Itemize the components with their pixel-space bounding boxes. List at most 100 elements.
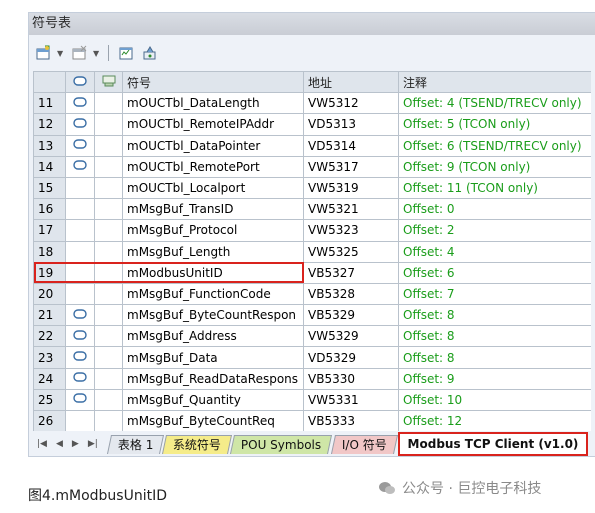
symbol-cell[interactable]: mMsgBuf_Quantity — [122, 388, 304, 412]
comment-cell[interactable]: Offset: 2 — [398, 219, 591, 242]
symbol-cell[interactable]: mMsgBuf_Protocol — [122, 219, 304, 242]
symbol-cell[interactable]: mMsgBuf_FunctionCode — [122, 282, 304, 306]
row-number[interactable]: 13 — [33, 134, 66, 157]
address-cell[interactable]: VD5329 — [303, 346, 399, 369]
row-number[interactable]: 25 — [33, 388, 66, 412]
symbol-cell[interactable]: mOUCTbl_Localport — [122, 176, 304, 200]
address-cell[interactable]: VB5329 — [303, 304, 399, 327]
address-cell[interactable]: VW5331 — [303, 388, 399, 412]
comment-cell[interactable]: Offset: 0 — [398, 198, 591, 221]
delete-dropdown-icon[interactable]: ▼ — [93, 49, 101, 58]
status-header[interactable] — [65, 71, 95, 94]
symbol-cell[interactable]: mMsgBuf_Address — [122, 325, 304, 348]
row-number[interactable]: 11 — [33, 92, 66, 115]
comment-column-header[interactable]: 注释 — [398, 71, 591, 94]
symbol-cell[interactable]: mOUCTbl_RemoteIPAddr — [122, 113, 304, 136]
symbol-cell[interactable]: mModbusUnitID — [122, 261, 304, 284]
symbol-cell[interactable]: mMsgBuf_ReadDataRespons — [122, 367, 304, 390]
table-row[interactable]: 15 mOUCTbl_Localport VW5319 Offset: 11 (TCO… — [33, 176, 591, 200]
tab-system-symbols[interactable]: 系统符号 — [162, 434, 233, 454]
address-cell[interactable]: VW5323 — [303, 219, 399, 242]
comment-cell[interactable]: Offset: 10 — [398, 388, 591, 412]
symbol-cell[interactable]: mMsgBuf_ByteCountRespon — [122, 304, 304, 327]
row-number[interactable]: 14 — [33, 155, 66, 178]
symbol-cell[interactable]: mMsgBuf_TransID — [122, 198, 304, 221]
delete-row-icon[interactable] — [69, 43, 89, 63]
tab-io-symbols[interactable]: I/O 符号 — [330, 434, 398, 454]
row-number[interactable]: 20 — [33, 282, 66, 306]
comment-cell[interactable]: Offset: 7 — [398, 282, 591, 306]
address-cell[interactable]: VB5333 — [303, 409, 399, 431]
row-number[interactable]: 19 — [33, 261, 66, 284]
table-row[interactable]: 22 mMsgBuf_Address VW5329 Offset: 8 — [33, 325, 591, 348]
table-row[interactable]: 16 mMsgBuf_TransID VW5321 Offset: 0 — [33, 198, 591, 221]
address-cell[interactable]: VD5314 — [303, 134, 399, 157]
symbol-properties-icon[interactable] — [140, 43, 160, 63]
symbol-cell[interactable]: mOUCTbl_DataLength — [122, 92, 304, 115]
address-cell[interactable]: VW5317 — [303, 155, 399, 178]
comment-cell[interactable]: Offset: 8 — [398, 346, 591, 369]
comment-cell[interactable]: Offset: 4 — [398, 240, 591, 263]
address-cell[interactable]: VW5329 — [303, 325, 399, 348]
tab-table-1[interactable]: 表格 1 — [106, 434, 165, 454]
row-number[interactable]: 17 — [33, 219, 66, 242]
comment-cell[interactable]: Offset: 11 (TCON only) — [398, 176, 591, 200]
comment-cell[interactable]: Offset: 12 — [398, 409, 591, 431]
row-number[interactable]: 21 — [33, 304, 66, 327]
tab-modbus-tcp-client[interactable]: Modbus TCP Client (v1.0) — [397, 432, 589, 456]
address-cell[interactable]: VD5313 — [303, 113, 399, 136]
address-cell[interactable]: VW5321 — [303, 198, 399, 221]
comment-cell[interactable]: Offset: 6 (TSEND/TRECV only) — [398, 134, 591, 157]
overlap-header[interactable] — [94, 71, 123, 94]
row-number[interactable]: 22 — [33, 325, 66, 348]
table-row[interactable]: 12 mOUCTbl_RemoteIPAddr VD5313 Offset: 5 (T… — [33, 113, 591, 136]
row-number[interactable]: 23 — [33, 346, 66, 369]
comment-cell[interactable]: Offset: 8 — [398, 304, 591, 327]
table-row[interactable]: 24 mMsgBuf_ReadDataRespons VB5330 Offset: 9 — [33, 367, 591, 390]
table-row[interactable]: 21 mMsgBuf_ByteCountRespon VB5329 Offset: 8 — [33, 304, 591, 327]
address-cell[interactable]: VW5312 — [303, 92, 399, 115]
address-cell[interactable]: VW5325 — [303, 240, 399, 263]
comment-cell[interactable]: Offset: 6 — [398, 261, 591, 284]
table-row[interactable]: 18 mMsgBuf_Length VW5325 Offset: 4 — [33, 240, 591, 263]
address-cell[interactable]: VB5328 — [303, 282, 399, 306]
row-number[interactable]: 16 — [33, 198, 66, 221]
address-cell[interactable]: VB5330 — [303, 367, 399, 390]
symbol-cell[interactable]: mOUCTbl_DataPointer — [122, 134, 304, 157]
symbol-column-header[interactable]: 符号 — [122, 71, 304, 94]
table-row[interactable]: 17 mMsgBuf_Protocol VW5323 Offset: 2 — [33, 219, 591, 242]
row-number[interactable]: 18 — [33, 240, 66, 263]
insert-row-icon[interactable] — [33, 43, 53, 63]
create-table-icon[interactable] — [116, 43, 136, 63]
symbol-cell[interactable]: mMsgBuf_Length — [122, 240, 304, 263]
first-tab-icon[interactable]: |◀ — [37, 439, 47, 449]
table-row[interactable]: 11 mOUCTbl_DataLength VW5312 Offset: 4 (TSE… — [33, 92, 591, 115]
table-row[interactable]: 13 mOUCTbl_DataPointer VD5314 Offset: 6 (TS… — [33, 134, 591, 157]
table-row[interactable]: 25 mMsgBuf_Quantity VW5331 Offset: 10 — [33, 388, 591, 412]
row-number[interactable]: 26 — [33, 409, 66, 431]
row-number[interactable]: 24 — [33, 367, 66, 390]
table-row[interactable]: 14 mOUCTbl_RemotePort VW5317 Offset: 9 (TCO… — [33, 155, 591, 178]
last-tab-icon[interactable]: ▶| — [88, 439, 98, 449]
table-row[interactable]: 26 mMsgBuf_ByteCountReq VB5333 Offset: 12 — [33, 409, 591, 431]
symbol-cell[interactable]: mMsgBuf_ByteCountReq — [122, 409, 304, 431]
table-row[interactable]: 20 mMsgBuf_FunctionCode VB5328 Offset: 7 — [33, 282, 591, 306]
row-number[interactable]: 15 — [33, 176, 66, 200]
tab-pou-symbols[interactable]: POU Symbols — [230, 434, 333, 454]
insert-dropdown-icon[interactable]: ▼ — [57, 49, 65, 58]
comment-cell[interactable]: Offset: 5 (TCON only) — [398, 113, 591, 136]
address-cell[interactable]: VW5319 — [303, 176, 399, 200]
comment-cell[interactable]: Offset: 4 (TSEND/TRECV only) — [398, 92, 591, 115]
table-row[interactable]: 23 mMsgBuf_Data VD5329 Offset: 8 — [33, 346, 591, 369]
address-cell[interactable]: VB5327 — [303, 261, 399, 284]
comment-cell[interactable]: Offset: 8 — [398, 325, 591, 348]
address-column-header[interactable]: 地址 — [303, 71, 399, 94]
symbol-cell[interactable]: mOUCTbl_RemotePort — [122, 155, 304, 178]
prev-tab-icon[interactable]: ◀ — [56, 439, 63, 449]
comment-cell[interactable]: Offset: 9 — [398, 367, 591, 390]
symbol-cell[interactable]: mMsgBuf_Data — [122, 346, 304, 369]
comment-cell[interactable]: Offset: 9 (TCON only) — [398, 155, 591, 178]
next-tab-icon[interactable]: ▶ — [72, 439, 79, 449]
table-row[interactable]: 19 mModbusUnitID VB5327 Offset: 6 — [33, 261, 591, 284]
row-number[interactable]: 12 — [33, 113, 66, 136]
